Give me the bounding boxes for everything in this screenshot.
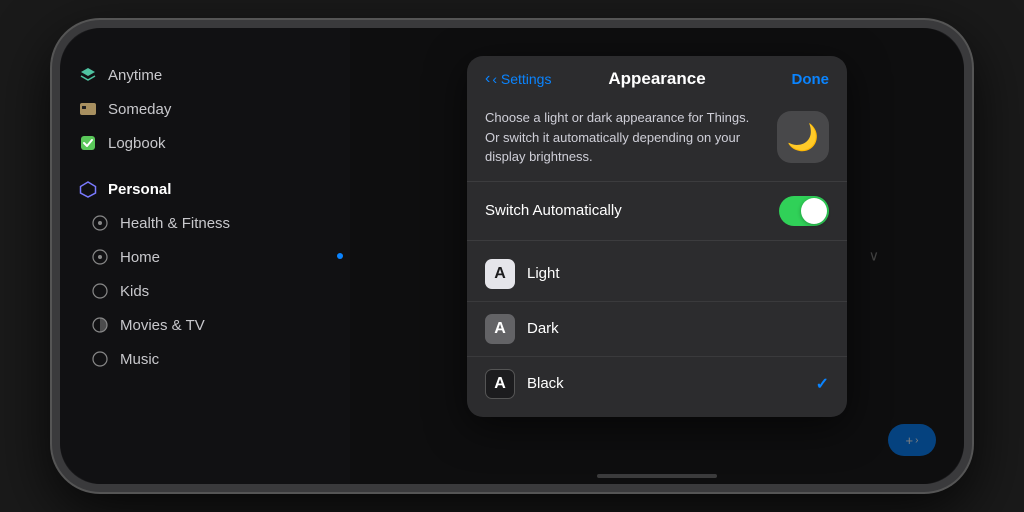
appearance-modal: ‹ ‹ Settings Appearance Done Choose a li…: [467, 56, 847, 417]
music-icon: [90, 349, 110, 369]
option-black[interactable]: A Black ✓: [467, 357, 847, 411]
light-icon: A: [485, 259, 515, 289]
kids-icon: [90, 281, 110, 301]
logbook-icon: [78, 133, 98, 153]
switch-automatically-row: Switch Automatically: [467, 182, 847, 241]
phone-screen: Anytime Someday Logboo: [60, 28, 964, 484]
option-dark[interactable]: A Dark: [467, 302, 847, 357]
sidebar-item-label-home: Home: [120, 249, 160, 266]
option-black-label: Black: [527, 375, 804, 392]
modal-header: ‹ ‹ Settings Appearance Done: [467, 56, 847, 98]
switch-automatically-toggle[interactable]: [779, 196, 829, 226]
blue-dot-indicator: [337, 253, 343, 259]
sidebar-item-label-logbook: Logbook: [108, 135, 166, 152]
personal-icon: [78, 179, 98, 199]
back-chevron-icon: ‹: [485, 70, 490, 88]
someday-icon: [78, 99, 98, 119]
done-button[interactable]: Done: [792, 71, 830, 88]
phone-shell: Anytime Someday Logboo: [52, 20, 972, 492]
black-icon: A: [485, 369, 515, 399]
home-icon: [90, 247, 110, 267]
movies-icon: [90, 315, 110, 335]
moon-icon: 🌙: [787, 122, 819, 153]
appearance-options: A Light A Dark A Black ✓: [467, 241, 847, 417]
sidebar-item-label-someday: Someday: [108, 101, 171, 118]
back-button[interactable]: ‹ ‹ Settings: [485, 70, 551, 88]
health-icon: [90, 213, 110, 233]
sidebar-item-logbook[interactable]: Logbook: [60, 126, 350, 160]
sidebar-item-label-music: Music: [120, 351, 159, 368]
description-section: Choose a light or dark appearance for Th…: [467, 98, 847, 182]
sidebar-section-label-personal: Personal: [108, 181, 171, 198]
sidebar-divider: [60, 160, 350, 172]
modal-overlay: ‹ ‹ Settings Appearance Done Choose a li…: [350, 28, 964, 484]
sidebar-item-anytime[interactable]: Anytime: [60, 58, 350, 92]
back-label: ‹ Settings: [492, 71, 551, 87]
option-dark-label: Dark: [527, 320, 829, 337]
sidebar-item-home[interactable]: Home: [60, 240, 350, 274]
toggle-thumb: [801, 198, 827, 224]
sidebar: Anytime Someday Logboo: [60, 28, 350, 484]
switch-label: Switch Automatically: [485, 202, 622, 219]
description-text: Choose a light or dark appearance for Th…: [485, 108, 765, 167]
sidebar-item-music[interactable]: Music: [60, 342, 350, 376]
checkmark-icon: ✓: [816, 374, 829, 394]
dark-icon: A: [485, 314, 515, 344]
sidebar-item-label-kids: Kids: [120, 283, 149, 300]
moon-icon-circle: 🌙: [777, 111, 829, 163]
sidebar-item-health[interactable]: Health & Fitness: [60, 206, 350, 240]
sidebar-item-label-movies: Movies & TV: [120, 317, 205, 334]
option-light[interactable]: A Light: [467, 247, 847, 302]
sidebar-item-kids[interactable]: Kids: [60, 274, 350, 308]
sidebar-item-someday[interactable]: Someday: [60, 92, 350, 126]
sidebar-item-movies[interactable]: Movies & TV: [60, 308, 350, 342]
option-light-label: Light: [527, 265, 829, 282]
modal-title: Appearance: [608, 69, 705, 89]
sidebar-item-label-health: Health & Fitness: [120, 215, 230, 232]
sidebar-item-label-anytime: Anytime: [108, 67, 162, 84]
layers-icon: [78, 65, 98, 85]
sidebar-section-personal[interactable]: Personal: [60, 172, 350, 206]
